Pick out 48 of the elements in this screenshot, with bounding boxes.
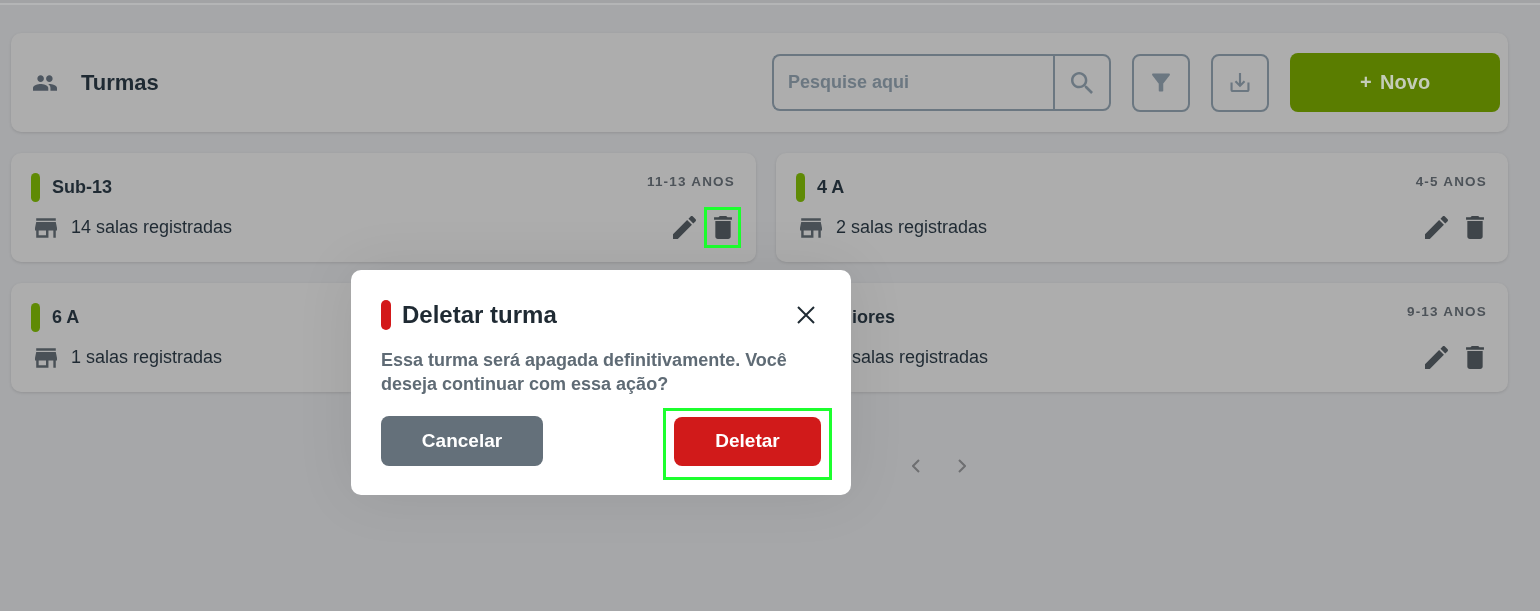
class-card[interactable]: 6 A 1 salas registradas (11, 283, 351, 392)
edit-button[interactable] (1425, 216, 1448, 239)
accent-bar (31, 173, 40, 202)
age-range: 11-13 ANOS (646, 174, 735, 189)
class-name: Sub-13 (52, 177, 112, 198)
accent-bar (31, 303, 40, 332)
delete-button[interactable] (713, 216, 732, 239)
age-range: 4-5 ANOS (1415, 174, 1487, 189)
chevron-right-icon (958, 459, 966, 473)
trash-icon (1465, 346, 1484, 369)
pencil-icon (1425, 216, 1448, 239)
room-count: 14 salas registradas (71, 217, 233, 238)
room-count: salas registradas (852, 347, 989, 368)
trash-icon (1465, 216, 1484, 239)
store-icon (35, 217, 57, 238)
cancel-button[interactable]: Cancelar (381, 416, 543, 466)
close-icon (797, 306, 815, 324)
dialog-title: Deletar turma (402, 301, 557, 329)
edit-button[interactable] (673, 216, 696, 239)
store-icon (35, 347, 57, 368)
search-icon (1071, 71, 1093, 94)
search-field[interactable]: Pesquise aqui (772, 54, 1053, 111)
accent-bar (796, 173, 805, 202)
pencil-icon (1425, 346, 1448, 369)
class-card[interactable]: iores 9-13 ANOS salas registradas (851, 283, 1508, 392)
class-name: iores (852, 307, 896, 328)
room-count: 1 salas registradas (71, 347, 223, 368)
delete-button[interactable] (1465, 346, 1484, 369)
accent-bar (381, 300, 391, 330)
dialog-message: Essa turma será apagada definitivamente. Você deseja continuar com essa ação? (381, 349, 788, 396)
trash-icon (713, 216, 732, 239)
chevron-left-icon (912, 459, 920, 473)
edit-button[interactable] (1425, 346, 1448, 369)
people-icon (33, 74, 57, 91)
age-range: 9-13 ANOS (1406, 304, 1487, 319)
close-button[interactable] (797, 306, 815, 324)
delete-button[interactable] (1465, 216, 1484, 239)
class-card[interactable]: 4 A 4-5 ANOS 2 salas registradas (776, 153, 1508, 262)
class-name: 6 A (52, 307, 80, 328)
pencil-icon (673, 216, 696, 239)
class-name: 4 A (817, 177, 845, 198)
store-icon (800, 217, 822, 238)
class-card[interactable]: Sub-13 11-13 ANOS 14 salas registradas (11, 153, 756, 262)
filter-icon (1152, 73, 1170, 92)
room-count: 2 salas registradas (836, 217, 988, 238)
delete-button[interactable]: Deletar (674, 416, 821, 466)
page-title: Turmas (81, 69, 159, 96)
download-icon (1230, 73, 1250, 92)
